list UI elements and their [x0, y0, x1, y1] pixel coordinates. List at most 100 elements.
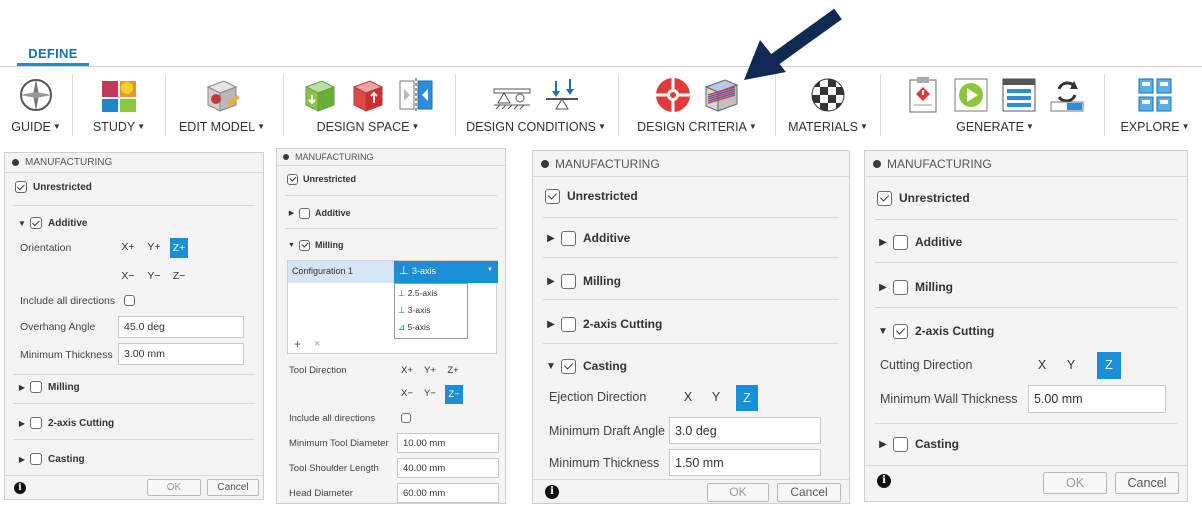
cutting-checkbox[interactable] — [561, 316, 576, 332]
axis-z[interactable]: Z — [1097, 352, 1121, 379]
group-design-space[interactable]: DESIGN SPACE ▼ — [288, 68, 448, 142]
min-draft-angle-input[interactable]: 3.0 deg — [669, 417, 821, 444]
cancel-button[interactable]: Cancel — [777, 483, 841, 502]
expanded-triangle-icon[interactable]: ▼ — [545, 361, 557, 372]
milling-checkbox[interactable] — [30, 381, 42, 393]
tool-shoulder-length-input[interactable]: 40.00 mm — [397, 458, 499, 478]
section-additive[interactable]: ▶ Additive — [865, 233, 1187, 251]
axis-y[interactable]: Y — [707, 387, 725, 407]
axis-z[interactable]: Z — [736, 385, 758, 411]
collapsed-triangle-icon[interactable]: ▶ — [877, 439, 889, 450]
milling-checkbox[interactable] — [561, 273, 576, 289]
milling-checkbox[interactable] — [299, 239, 310, 251]
group-explore[interactable]: EXPLORE ▼ — [1110, 68, 1200, 142]
unrestricted-row[interactable]: Unrestricted — [277, 172, 505, 186]
min-tool-diameter-input[interactable]: 10.00 mm — [397, 433, 499, 453]
section-milling[interactable]: ▶ Milling — [865, 278, 1187, 296]
axis-y[interactable]: Y — [1062, 355, 1080, 375]
collapsed-triangle-icon[interactable]: ▶ — [877, 282, 889, 293]
section-milling[interactable]: ▶ Milling — [533, 272, 849, 290]
menu-item-3-axis[interactable]: ⊥ 3-axis — [398, 305, 430, 316]
collapsed-triangle-icon[interactable]: ▶ — [17, 383, 27, 392]
section-2axis-cutting[interactable]: ▶ 2-axis Cutting — [533, 315, 849, 333]
include-all-checkbox[interactable] — [401, 413, 411, 423]
min-thickness-input[interactable]: 1.50 mm — [669, 449, 821, 476]
ok-button[interactable]: OK — [1043, 472, 1107, 494]
unrestricted-checkbox[interactable] — [15, 181, 27, 193]
collapsed-triangle-icon[interactable]: ▶ — [877, 237, 889, 248]
section-2axis-cutting[interactable]: ▼ 2-axis Cutting — [865, 322, 1187, 340]
cutting-checkbox[interactable] — [893, 323, 908, 339]
group-design-conditions[interactable]: DESIGN CONDITIONS ▼ — [460, 68, 612, 142]
collapsed-triangle-icon[interactable]: ▶ — [545, 319, 557, 330]
menu-item-2-5-axis[interactable]: ⊥ 2.5-axis — [398, 288, 438, 299]
expanded-triangle-icon[interactable]: ▼ — [877, 326, 889, 337]
unrestricted-row[interactable]: Unrestricted — [865, 189, 1187, 207]
expanded-triangle-icon[interactable]: ▼ — [287, 242, 296, 249]
section-milling[interactable]: ▼ Milling — [277, 238, 505, 252]
axis-x-minus[interactable]: X− — [119, 267, 137, 285]
axis-x[interactable]: X — [1033, 355, 1051, 375]
axis-y-minus[interactable]: Y− — [145, 267, 163, 285]
info-icon[interactable]: i — [14, 482, 26, 494]
axis-y-minus[interactable]: Y− — [422, 386, 438, 402]
collapsed-triangle-icon[interactable]: ▶ — [17, 455, 27, 464]
additive-checkbox[interactable] — [893, 234, 908, 250]
info-icon[interactable]: i — [877, 474, 891, 488]
ok-button[interactable]: OK — [707, 483, 769, 502]
include-all-checkbox[interactable] — [124, 295, 135, 306]
axis-z-minus[interactable]: Z− — [445, 385, 463, 404]
additive-checkbox[interactable] — [561, 230, 576, 246]
config-type-dropdown[interactable]: ⊥ 3-axis ▼ — [394, 261, 498, 283]
unrestricted-row[interactable]: Unrestricted — [533, 187, 849, 205]
collapse-dot-icon[interactable] — [283, 154, 289, 160]
casting-checkbox[interactable] — [561, 358, 576, 374]
collapsed-triangle-icon[interactable]: ▶ — [545, 233, 557, 244]
collapse-dot-icon[interactable] — [541, 159, 549, 168]
axis-x-plus[interactable]: X+ — [399, 363, 415, 379]
collapsed-triangle-icon[interactable]: ▶ — [545, 276, 557, 287]
additive-checkbox[interactable] — [30, 217, 42, 229]
casting-checkbox[interactable] — [30, 453, 42, 465]
unrestricted-checkbox[interactable] — [545, 188, 560, 204]
group-study[interactable]: STUDY ▼ — [80, 68, 158, 142]
axis-x[interactable]: X — [679, 387, 697, 407]
ok-button[interactable]: OK — [147, 479, 201, 496]
collapse-dot-icon[interactable] — [12, 159, 19, 166]
axis-y-plus[interactable]: Y+ — [145, 238, 163, 256]
milling-checkbox[interactable] — [893, 279, 908, 295]
group-generate[interactable]: GENERATE ▼ — [890, 68, 1100, 142]
group-guide[interactable]: GUIDE ▼ — [6, 68, 66, 142]
cancel-button[interactable]: Cancel — [1115, 472, 1179, 494]
group-edit-model[interactable]: EDIT MODEL ▼ — [172, 68, 272, 142]
axis-x-minus[interactable]: X− — [399, 386, 415, 402]
remove-config-button[interactable]: × — [314, 338, 320, 350]
unrestricted-checkbox[interactable] — [877, 190, 892, 206]
section-casting[interactable]: ▶ Casting — [865, 435, 1187, 453]
config-row[interactable]: Configuration 1 — [288, 261, 394, 283]
additive-checkbox[interactable] — [299, 207, 310, 219]
section-2axis-cutting[interactable]: ▶ 2-axis Cutting — [5, 415, 263, 431]
tab-define[interactable]: DEFINE — [17, 46, 89, 61]
min-wall-thickness-input[interactable]: 5.00 mm — [1028, 385, 1166, 413]
unrestricted-checkbox[interactable] — [287, 173, 298, 185]
collapsed-triangle-icon[interactable]: ▶ — [17, 419, 27, 428]
section-additive[interactable]: ▶ Additive — [277, 206, 505, 220]
section-milling[interactable]: ▶ Milling — [5, 379, 263, 395]
section-casting[interactable]: ▼ Casting — [533, 357, 849, 375]
menu-item-5-axis[interactable]: ⊿ 5-axis — [398, 322, 430, 333]
cutting-checkbox[interactable] — [30, 417, 42, 429]
add-config-button[interactable]: + — [294, 337, 301, 351]
min-thickness-input[interactable]: 3.00 mm — [118, 343, 244, 365]
section-casting[interactable]: ▶ Casting — [5, 451, 263, 467]
collapsed-triangle-icon[interactable]: ▶ — [287, 209, 296, 217]
section-additive[interactable]: ▶ Additive — [533, 229, 849, 247]
unrestricted-row[interactable]: Unrestricted — [5, 179, 263, 195]
section-additive[interactable]: ▼ Additive — [5, 215, 263, 231]
overhang-angle-input[interactable]: 45.0 deg — [118, 316, 244, 338]
axis-y-plus[interactable]: Y+ — [422, 363, 438, 379]
info-icon[interactable]: i — [545, 485, 559, 499]
axis-z-plus[interactable]: Z+ — [170, 238, 188, 258]
casting-checkbox[interactable] — [893, 436, 908, 452]
head-diameter-input[interactable]: 60.00 mm — [397, 483, 499, 503]
